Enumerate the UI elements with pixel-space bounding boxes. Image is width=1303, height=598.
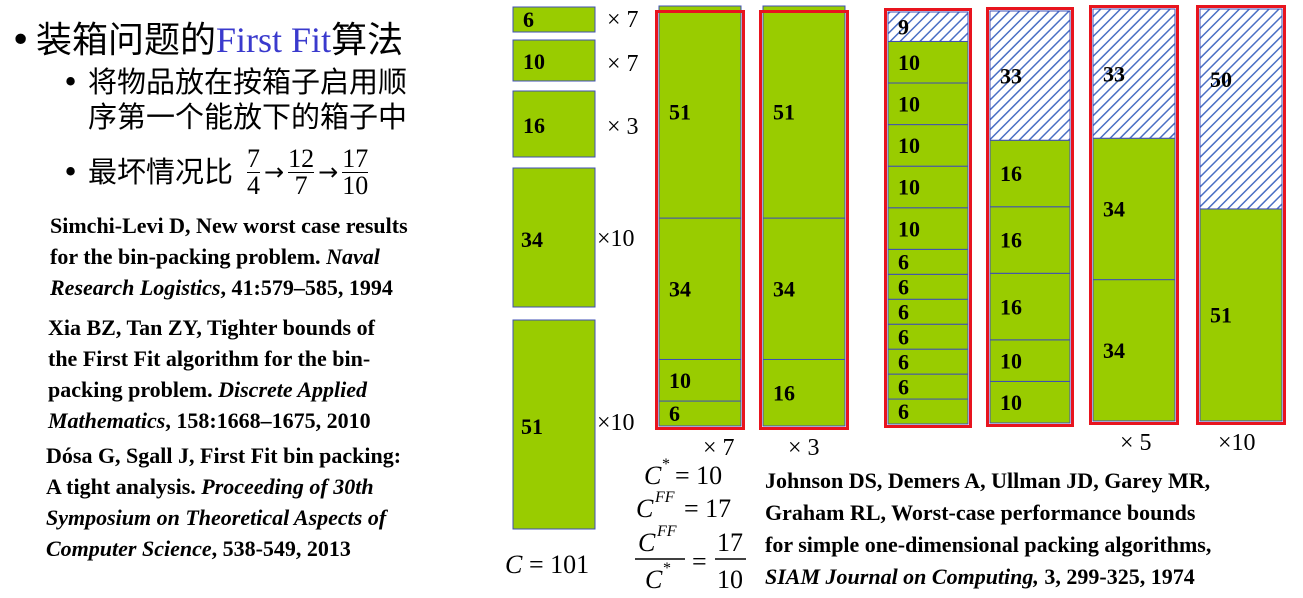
empty-label: 33 [1000, 64, 1022, 89]
piece-label: 34 [1103, 338, 1125, 363]
piece-label: 34 [773, 276, 795, 301]
svg-text:10: 10 [523, 49, 545, 74]
piece-label: 6 [898, 274, 909, 299]
piece-label: 10 [669, 368, 691, 393]
svg-text:C: C [645, 565, 663, 594]
bin-5: 34 34 33 × 5 [1089, 5, 1179, 456]
svg-text:16: 16 [523, 113, 545, 138]
svg-text:34: 34 [521, 227, 543, 252]
piece-label: 6 [898, 349, 909, 374]
optimal-count: C * = 10 [644, 456, 722, 490]
bins-group: 6103451× 7163451× 3666666610101010109101… [655, 5, 1286, 461]
empty-label: 33 [1103, 62, 1125, 87]
bin-mult: ×10 [1218, 430, 1256, 456]
piece-label: 6 [898, 399, 909, 424]
piece-label: 16 [1000, 161, 1022, 186]
piece-label: 10 [1000, 348, 1022, 373]
item-34-mult: ×10 [597, 226, 635, 252]
piece-label: 51 [773, 100, 795, 125]
bin-packing-diagram: 6 × 7 10 × 7 16 × 3 34 ×10 51 ×10 C = 10… [505, 5, 1286, 594]
piece-label: 6 [669, 401, 680, 426]
svg-text:C: C [636, 494, 654, 523]
piece-label: 34 [1103, 197, 1125, 222]
bin-mult: × 7 [703, 435, 735, 461]
piece-label: 16 [773, 380, 795, 405]
item-51-mult: ×10 [597, 410, 635, 436]
svg-text:17: 17 [717, 528, 743, 557]
piece-label: 10 [898, 175, 920, 200]
item-16: 16 × 3 [512, 90, 639, 158]
item-51: 51 ×10 [512, 319, 635, 530]
svg-text:*: * [662, 456, 670, 473]
svg-text:C: C [505, 550, 523, 579]
piece-label: 6 [898, 250, 909, 275]
item-34: 34 ×10 [512, 167, 635, 308]
piece-label: 10 [898, 216, 920, 241]
item-16-mult: × 3 [607, 114, 639, 140]
svg-text:6: 6 [523, 7, 534, 32]
piece-label: 6 [898, 324, 909, 349]
svg-text:=: = [692, 547, 707, 576]
piece-label: 10 [898, 92, 920, 117]
total-label: C = 101 [505, 550, 589, 579]
ratio-result: C FF C * = 17 10 [635, 523, 746, 594]
svg-text:C: C [644, 461, 662, 490]
svg-text:*: * [663, 560, 671, 577]
piece-label: 6 [898, 374, 909, 399]
empty-label: 9 [898, 15, 909, 40]
piece-label: 16 [1000, 294, 1022, 319]
piece-label: 10 [898, 133, 920, 158]
svg-text:= 10: = 10 [675, 461, 722, 490]
bin-2: 16 34 51 × 3 [759, 5, 849, 461]
piece-label: 10 [1000, 390, 1022, 415]
piece-label: 51 [1210, 303, 1232, 328]
piece-label: 16 [1000, 228, 1022, 253]
bin-4: 10 10 16 16 16 33 [986, 7, 1074, 427]
item-6: 6 × 7 [512, 6, 639, 33]
svg-text:FF: FF [656, 523, 677, 540]
firstfit-count: C FF = 17 [636, 489, 731, 523]
item-10: 10 × 7 [512, 39, 639, 82]
piece-label: 51 [669, 100, 691, 125]
piece-label: 34 [669, 276, 691, 301]
empty-space [1199, 8, 1283, 210]
bin-mult: × 5 [1120, 430, 1152, 456]
piece-label: 6 [898, 299, 909, 324]
svg-text:C: C [638, 528, 656, 557]
svg-text:= 17: = 17 [684, 494, 731, 523]
bin-1: 6 10 34 51 × 7 [655, 5, 745, 461]
svg-text:51: 51 [521, 414, 543, 439]
bin-3: 666666610101010109 [884, 8, 972, 428]
bin-6: 51 50 ×10 [1196, 5, 1286, 456]
svg-text:= 101: = 101 [529, 550, 589, 579]
piece-label: 10 [898, 50, 920, 75]
bin-mult: × 3 [788, 435, 820, 461]
svg-text:FF: FF [654, 489, 675, 506]
svg-text:10: 10 [717, 565, 743, 594]
item-6-mult: × 7 [607, 7, 639, 33]
empty-label: 50 [1210, 67, 1232, 92]
item-10-mult: × 7 [607, 51, 639, 77]
